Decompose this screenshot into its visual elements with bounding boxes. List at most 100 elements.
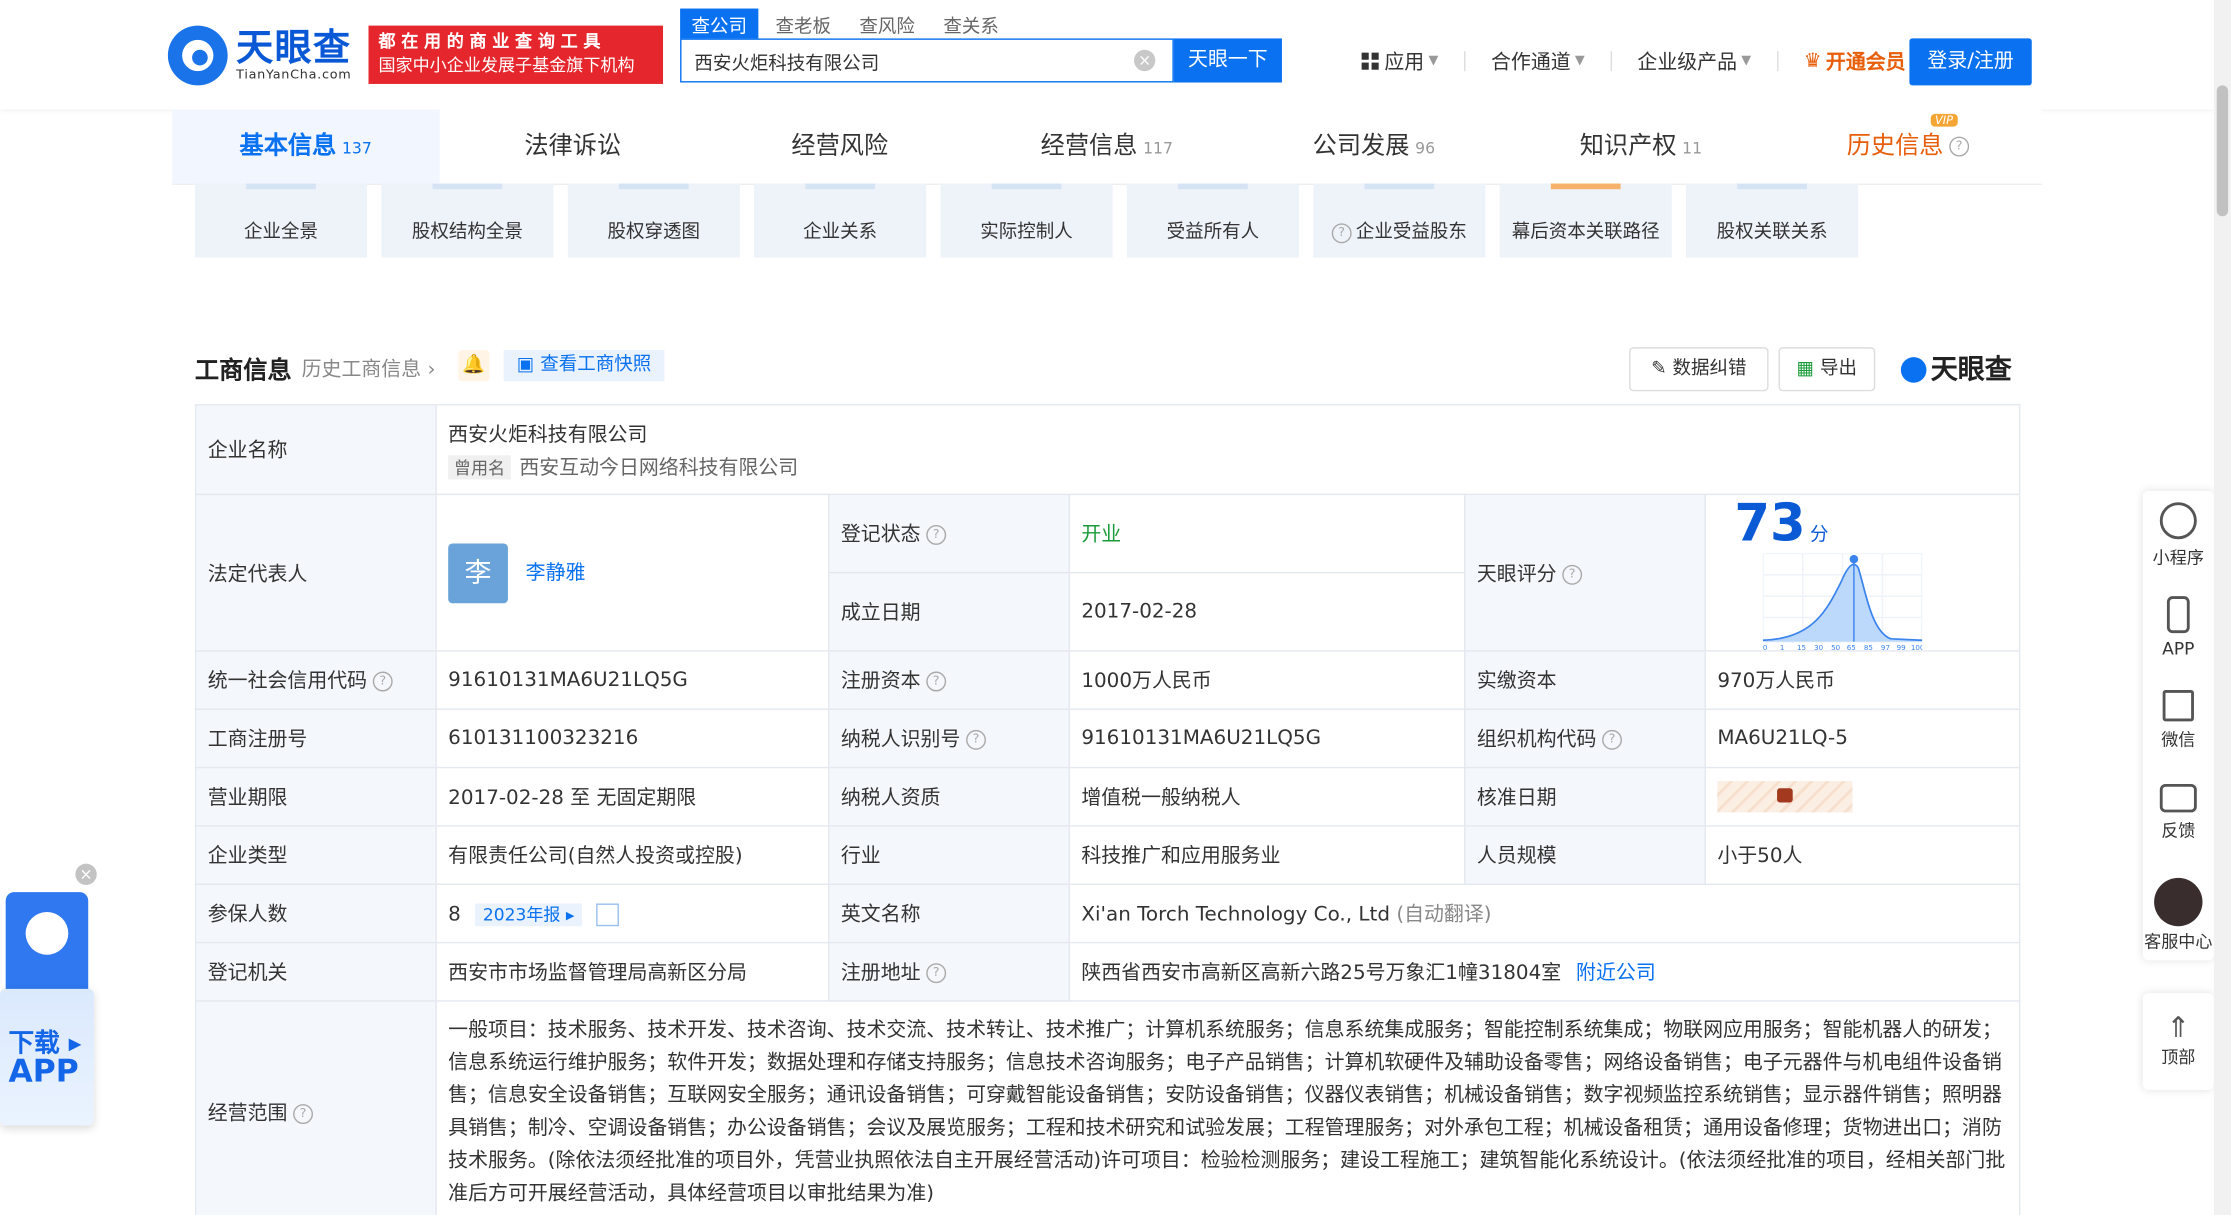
customer-service-avatar	[2154, 877, 2203, 927]
card-relations[interactable]: 企业关系	[754, 183, 927, 258]
tab-history[interactable]: 历史信息?	[1774, 110, 2041, 184]
card-beneficial-shareholder[interactable]: ? 企业受益股东	[1313, 183, 1486, 258]
data-correct-button[interactable]: ✎ 数据纠错	[1629, 347, 1769, 392]
card-equity-structure[interactable]: 股权结构全景	[381, 183, 554, 258]
search-tab-company[interactable]: 查公司	[680, 8, 759, 42]
card-overview[interactable]: 企业全景	[194, 183, 368, 258]
status-value: 开业	[1068, 493, 1466, 574]
approve-date-label: 核准日期	[1464, 766, 1706, 827]
tab-legal[interactable]: 法律诉讼	[439, 110, 706, 184]
term-value: 2017-02-28 至 无固定期限	[435, 766, 830, 827]
slogan-line1: 都在用的商业查询工具	[378, 31, 607, 52]
annual-report-link[interactable]: 2023年报 ▸	[475, 902, 582, 926]
business-info-table: 企业名称 西安火炬科技有限公司 曾用名 西安互动今日网络科技有限公司 法定代表人 …	[194, 404, 2021, 1215]
nav-vip-label: 开通会员	[1825, 51, 1906, 74]
status-label: 登记状态?	[828, 493, 1070, 574]
address-value: 陕西省西安市高新区高新六路25号万象汇1幢31804室	[1081, 961, 1562, 985]
lock-icon[interactable]	[1717, 781, 1853, 813]
nav-enterprise[interactable]: 企业级产品 ▼	[1637, 47, 1751, 75]
crown-icon: ♛	[1803, 49, 1822, 73]
snapshot-button[interactable]: ▣ 查看工商快照	[503, 350, 665, 382]
section-title: 工商信息	[194, 357, 292, 386]
clear-search-icon[interactable]: ×	[1133, 49, 1156, 72]
nav-apps-label: 应用	[1384, 51, 1425, 74]
sidebar-item-feedback[interactable]: 反馈	[2143, 773, 2214, 867]
insured-cell: 8 2023年报 ▸	[435, 883, 830, 944]
search-tab-relation[interactable]: 查关系	[932, 9, 1010, 42]
scope-label: 经营范围?	[194, 1000, 437, 1215]
sidebar-item-app[interactable]: APP	[2143, 585, 2214, 679]
brand-watermark: 天眼查	[1900, 349, 2012, 387]
table-row: 统一社会信用代码? 91610131MA6U21LQ5G 注册资本? 1000万…	[194, 650, 2021, 710]
nav-partner[interactable]: 合作通道 ▼	[1491, 47, 1585, 75]
help-icon: ?	[966, 729, 987, 750]
tab-operation[interactable]: 经营信息 117	[973, 110, 1240, 184]
tax-qualification-label: 纳税人资质	[828, 766, 1070, 827]
sidebar-item-service[interactable]: 客服中心	[2143, 866, 2214, 960]
credit-code-label: 统一社会信用代码?	[194, 650, 437, 710]
table-row: 企业类型 有限责任公司(自然人投资或控股) 行业 科技推广和应用服务业 人员规模…	[194, 825, 2021, 885]
scrollbar[interactable]	[2213, 0, 2231, 1215]
reg-no-label: 工商注册号	[194, 708, 437, 769]
approve-date-value[interactable]	[1704, 766, 2021, 827]
help-icon: ?	[372, 671, 393, 692]
credit-code-value: 91610131MA6U21LQ5G	[435, 650, 830, 710]
nearby-companies-link[interactable]: 附近公司	[1576, 962, 1656, 985]
search-tab-risk[interactable]: 查风险	[848, 9, 926, 42]
score-cell[interactable]: 73 分 0 1 15 30 50 65 85 97 99 10	[1704, 493, 2021, 652]
download-app-float[interactable]: 下载 ▸ APP	[0, 892, 94, 1127]
chevron-down-icon: ▼	[1428, 54, 1439, 69]
sidebar-item-wechat[interactable]: 微信	[2143, 679, 2214, 773]
search-type-tabs: 查公司 查老板 查风险 查关系	[680, 8, 1016, 42]
card-equity-relation[interactable]: 股权关联关系	[1686, 183, 1859, 258]
tab-basic-info[interactable]: 基本信息 137	[172, 109, 440, 184]
tax-qualification-value: 增值税一般纳税人	[1068, 766, 1466, 827]
score-tick: 85	[1864, 643, 1873, 650]
nav-apps[interactable]: 应用 ▼	[1361, 47, 1439, 75]
tianyancha-logo[interactable]: 天眼查 TianYanCha.com	[167, 23, 352, 88]
search-button[interactable]: 天眼一下	[1173, 38, 1282, 83]
found-date-value: 2017-02-28	[1068, 571, 1466, 652]
legal-rep-link[interactable]: 李静雅	[526, 561, 586, 584]
table-row: 登记机关 西安市市场监督管理局高新区分局 注册地址? 陕西省西安市高新区高新六路…	[194, 941, 2021, 1002]
auto-translate-note: (自动翻译)	[1396, 903, 1492, 927]
search-tab-boss[interactable]: 查老板	[764, 9, 842, 42]
legal-rep-label: 法定代表人	[194, 493, 437, 652]
feedback-icon	[2159, 783, 2197, 813]
score-tick: 30	[1814, 643, 1824, 650]
table-row: 营业期限 2017-02-28 至 无固定期限 纳税人资质 增值税一般纳税人 核…	[194, 766, 2021, 827]
tab-development[interactable]: 公司发展 96	[1240, 110, 1507, 184]
edit-icon: ✎	[1651, 358, 1673, 380]
insured-label: 参保人数	[194, 883, 437, 944]
login-register-button[interactable]: 登录/注册	[1909, 38, 2032, 86]
score-unit: 分	[1809, 525, 1829, 547]
nav-enterprise-label: 企业级产品	[1637, 51, 1738, 74]
table-row: 企业名称 西安火炬科技有限公司 曾用名 西安互动今日网络科技有限公司	[194, 404, 2021, 496]
card-capital-path[interactable]: 幕后资本关联路径	[1499, 183, 1672, 258]
card-beneficiary[interactable]: 受益所有人	[1126, 183, 1300, 258]
score-label: 天眼评分?	[1464, 493, 1706, 652]
scrollbar-thumb[interactable]	[2216, 85, 2229, 217]
card-controller[interactable]: 实际控制人	[940, 183, 1113, 258]
close-download-icon[interactable]: ×	[75, 863, 97, 885]
history-business-link[interactable]: 历史工商信息 ›	[302, 354, 436, 382]
top-header: 天眼查 TianYanCha.com 都在用的商业查询工具 国家中小企业发展子基…	[0, 0, 2231, 110]
tab-risk[interactable]: 经营风险	[706, 110, 973, 184]
phone-logo-icon	[5, 892, 89, 998]
staff-size-label: 人员规模	[1464, 825, 1706, 885]
nav-partner-label: 合作通道	[1490, 51, 1571, 74]
rocket-icon: ⇑	[2166, 1010, 2191, 1045]
sidebar-item-miniprogram[interactable]: 小程序	[2143, 491, 2214, 585]
english-name: Xi'an Torch Technology Co., Ltd	[1081, 903, 1390, 927]
nav-vip[interactable]: ♛ 开通会员 ▼	[1804, 47, 1920, 75]
logo-name: 天眼查	[236, 27, 352, 70]
export-button[interactable]: ▦ 导出	[1778, 347, 1876, 392]
trend-chart-icon[interactable]	[596, 902, 620, 926]
tab-ip[interactable]: 知识产权 11	[1507, 110, 1774, 184]
bell-icon[interactable]: 🔔	[458, 350, 490, 382]
search-input[interactable]	[681, 39, 1125, 84]
score-value: 73	[1734, 495, 1806, 554]
back-to-top-button[interactable]: ⇑ 顶部	[2142, 993, 2214, 1090]
card-equity-penetration[interactable]: 股权穿透图	[567, 183, 740, 258]
company-type-value: 有限责任公司(自然人投资或控股)	[435, 825, 830, 885]
